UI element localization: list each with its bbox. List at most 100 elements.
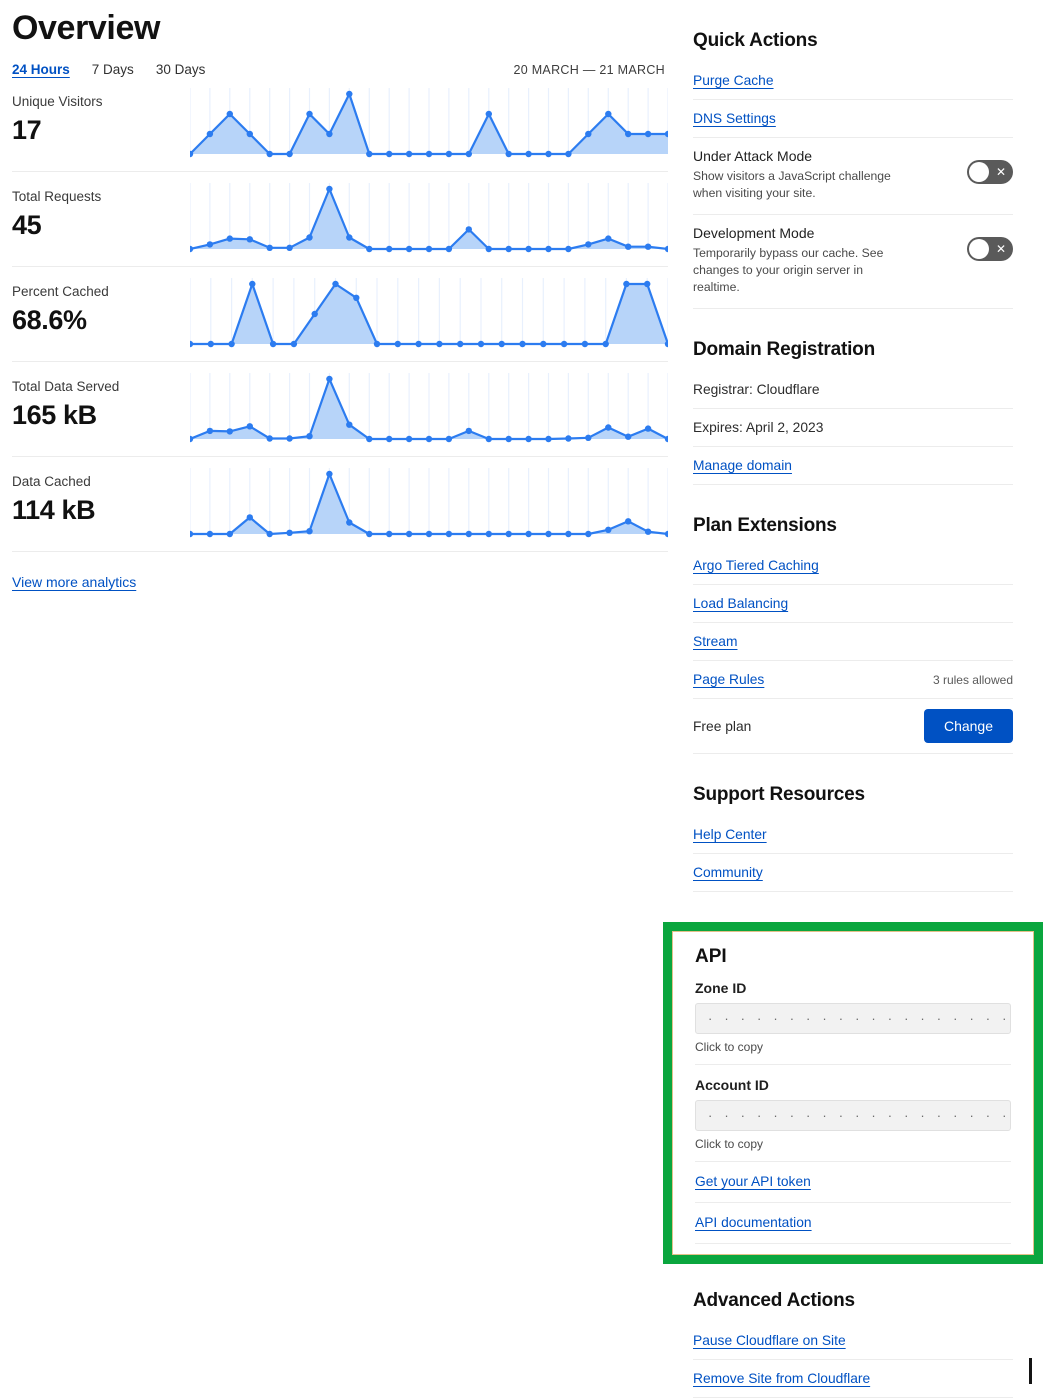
account-id-field[interactable]: · · · · · · · · · · · · · · · · · · · · … xyxy=(695,1100,1011,1131)
under-attack-mode-row: Under Attack Mode Show visitors a JavaSc… xyxy=(693,138,1013,215)
tab-30-days[interactable]: 30 Days xyxy=(156,62,206,77)
under-attack-mode-description: Show visitors a JavaScript challenge whe… xyxy=(693,169,891,200)
plan-row: Free plan Change xyxy=(693,699,1013,754)
development-mode-toggle[interactable]: ✕ xyxy=(967,237,1013,261)
sidebar-column: Quick Actions Purge Cache DNS Settings U… xyxy=(663,30,1043,1400)
development-mode-label: Development Mode xyxy=(693,225,815,241)
load-balancing-link[interactable]: Load Balancing xyxy=(693,596,788,611)
metric-text: Data Cached 114 kB xyxy=(12,457,190,551)
sparkline-chart xyxy=(190,77,668,171)
api-documentation-link[interactable]: API documentation xyxy=(695,1215,812,1230)
metric-text: Total Data Served 165 kB xyxy=(12,362,190,456)
quick-actions-section: Quick Actions Purge Cache DNS Settings U… xyxy=(693,30,1013,309)
api-token-row[interactable]: Get your API token xyxy=(695,1162,1011,1203)
divider xyxy=(695,1064,1011,1065)
zone-id-copy-hint: Click to copy xyxy=(695,1040,764,1054)
metric-label: Total Requests xyxy=(12,189,102,204)
stream-link[interactable]: Stream xyxy=(693,634,737,649)
development-mode-texts: Development Mode Temporarily bypass our … xyxy=(693,225,957,296)
domain-registration-title: Domain Registration xyxy=(693,339,875,360)
metric-value: 68.6% xyxy=(12,305,87,335)
api-section-highlight: API Zone ID · · · · · · · · · · · · · · … xyxy=(663,922,1043,1264)
under-attack-mode-toggle[interactable]: ✕ xyxy=(967,160,1013,184)
overview-page: Overview 24 Hours 7 Days 30 Days 20 MARC… xyxy=(0,0,1056,1400)
close-icon: ✕ xyxy=(995,242,1006,256)
get-api-token-link[interactable]: Get your API token xyxy=(695,1174,811,1189)
account-id-value: · · · · · · · · · · · · · · · · · · · · … xyxy=(708,1107,1011,1123)
domain-registration-section: Domain Registration Registrar: Cloudflar… xyxy=(693,339,1013,485)
development-mode-description: Temporarily bypass our cache. See change… xyxy=(693,246,884,294)
support-resources-title: Support Resources xyxy=(693,784,865,805)
sparkline-chart xyxy=(190,362,668,456)
account-id-copy-hint: Click to copy xyxy=(695,1137,764,1151)
text-caret-icon xyxy=(1029,1358,1032,1384)
metric-label: Total Data Served xyxy=(12,379,120,394)
metric-text: Total Requests 45 xyxy=(12,172,190,266)
zone-id-field[interactable]: · · · · · · · · · · · · · · · · · · · · … xyxy=(695,1003,1011,1034)
dns-settings-row[interactable]: DNS Settings xyxy=(693,100,1013,138)
date-range-label: 20 MARCH — 21 MARCH xyxy=(513,63,665,77)
dns-settings-link[interactable]: DNS Settings xyxy=(693,111,776,126)
remove-site-link[interactable]: Remove Site from Cloudflare xyxy=(693,1371,870,1386)
api-title: API xyxy=(695,946,727,967)
pause-cloudflare-row[interactable]: Pause Cloudflare on Site xyxy=(693,1322,1013,1360)
metric-row: Total Requests 45 xyxy=(12,172,668,267)
manage-domain-link[interactable]: Manage domain xyxy=(693,458,792,473)
analytics-column: Overview 24 Hours 7 Days 30 Days 20 MARC… xyxy=(12,0,668,592)
argo-tiered-caching-link[interactable]: Argo Tiered Caching xyxy=(693,558,819,573)
pause-cloudflare-link[interactable]: Pause Cloudflare on Site xyxy=(693,1333,846,1348)
help-center-row[interactable]: Help Center xyxy=(693,816,1013,854)
page-title: Overview xyxy=(12,9,161,47)
stream-row[interactable]: Stream xyxy=(693,623,1013,661)
expires-row: Expires: April 2, 2023 xyxy=(693,409,1013,447)
registrar-row: Registrar: Cloudflare xyxy=(693,371,1013,409)
community-row[interactable]: Community xyxy=(693,854,1013,892)
metric-label: Percent Cached xyxy=(12,284,109,299)
advanced-actions-section: Advanced Actions Pause Cloudflare on Sit… xyxy=(693,1290,1013,1398)
page-rules-row[interactable]: Page Rules 3 rules allowed xyxy=(693,661,1013,699)
metric-text: Percent Cached 68.6% xyxy=(12,267,190,361)
metric-label: Data Cached xyxy=(12,474,91,489)
change-plan-button[interactable]: Change xyxy=(923,709,1013,743)
tab-7-days[interactable]: 7 Days xyxy=(92,62,134,77)
community-link[interactable]: Community xyxy=(693,865,763,880)
metric-value: 45 xyxy=(12,210,42,240)
development-mode-row: Development Mode Temporarily bypass our … xyxy=(693,215,1013,309)
toggle-knob-icon xyxy=(969,162,989,182)
registrar-value: Registrar: Cloudflare xyxy=(693,382,820,397)
tab-24-hours[interactable]: 24 Hours xyxy=(12,62,70,77)
close-icon: ✕ xyxy=(995,165,1006,179)
api-section: API Zone ID · · · · · · · · · · · · · · … xyxy=(672,931,1034,1255)
purge-cache-link[interactable]: Purge Cache xyxy=(693,73,774,88)
page-rules-link[interactable]: Page Rules xyxy=(693,672,764,687)
api-documentation-row[interactable]: API documentation xyxy=(695,1203,1011,1244)
page-rules-allowance: 3 rules allowed xyxy=(932,672,1013,687)
toggle-knob-icon xyxy=(969,239,989,259)
timeframe-bar: 24 Hours 7 Days 30 Days 20 MARCH — 21 MA… xyxy=(12,62,668,77)
sparkline-chart xyxy=(190,172,668,266)
load-balancing-row[interactable]: Load Balancing xyxy=(693,585,1013,623)
help-center-link[interactable]: Help Center xyxy=(693,827,767,842)
timeframe-tabs: 24 Hours 7 Days 30 Days xyxy=(12,62,205,77)
metric-row: Data Cached 114 kB xyxy=(12,457,668,552)
manage-domain-row[interactable]: Manage domain xyxy=(693,447,1013,485)
metric-value: 114 kB xyxy=(12,495,96,525)
zone-id-label: Zone ID xyxy=(695,980,747,996)
remove-site-row[interactable]: Remove Site from Cloudflare xyxy=(693,1360,1013,1398)
sparkline-chart xyxy=(190,267,668,361)
view-more-analytics-link[interactable]: View more analytics xyxy=(12,574,136,590)
advanced-actions-title: Advanced Actions xyxy=(693,1290,855,1311)
metric-row: Percent Cached 68.6% xyxy=(12,267,668,362)
expires-value: Expires: April 2, 2023 xyxy=(693,420,824,435)
metric-list: Unique Visitors 17 Total Requests 45 Percent… xyxy=(12,77,668,552)
under-attack-mode-texts: Under Attack Mode Show visitors a JavaSc… xyxy=(693,148,957,202)
metric-text: Unique Visitors 17 xyxy=(12,77,190,171)
current-plan-label: Free plan xyxy=(693,718,752,734)
support-resources-section: Support Resources Help Center Community xyxy=(693,784,1013,892)
metric-row: Total Data Served 165 kB xyxy=(12,362,668,457)
quick-actions-title: Quick Actions xyxy=(693,30,818,51)
argo-tiered-caching-row[interactable]: Argo Tiered Caching xyxy=(693,547,1013,585)
plan-extensions-section: Plan Extensions Argo Tiered Caching Load… xyxy=(693,515,1013,754)
metric-row: Unique Visitors 17 xyxy=(12,77,668,172)
purge-cache-row[interactable]: Purge Cache xyxy=(693,62,1013,100)
